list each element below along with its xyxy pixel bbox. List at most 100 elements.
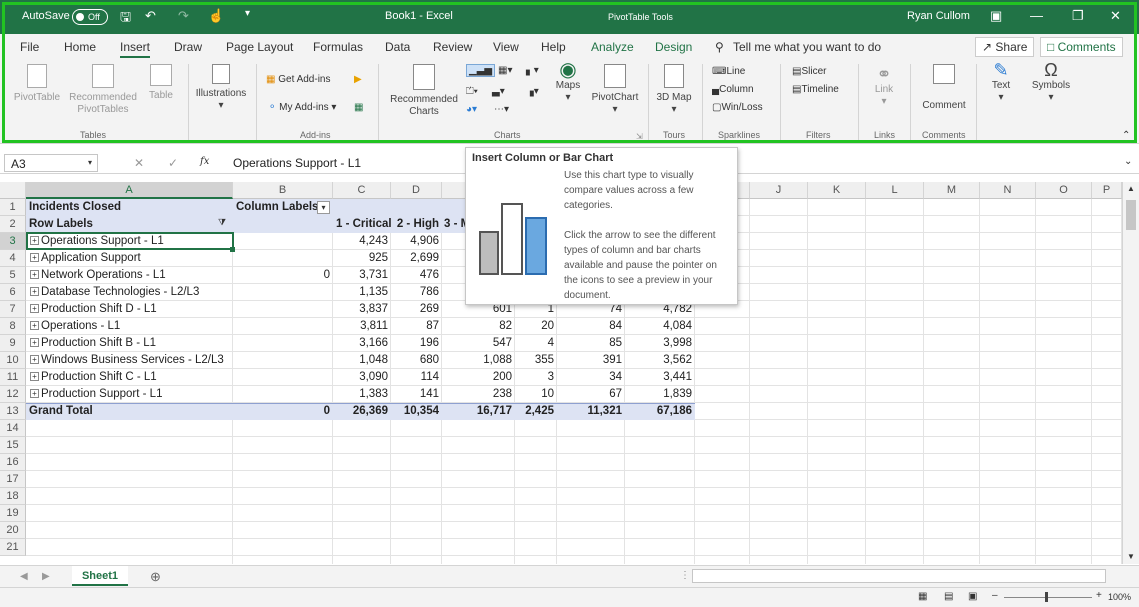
tab-data[interactable]: Data [385, 40, 410, 54]
row-header[interactable]: 18 [0, 488, 26, 505]
save-icon[interactable]: 🖫 [120, 8, 131, 30]
row-header[interactable]: 13 [0, 403, 26, 420]
symbols-button[interactable]: Ω Symbols ▾ [1028, 61, 1074, 104]
normal-view-icon[interactable]: ▦ [918, 591, 927, 602]
bing-icon[interactable]: ▶ [354, 74, 362, 85]
formula-input[interactable]: Operations Support - L1 [233, 156, 361, 170]
scroll-down-icon[interactable]: ▼ [1127, 552, 1135, 561]
get-addins-button[interactable]: ▦ Get Add-ins [266, 74, 331, 85]
vertical-scrollbar[interactable]: ▲ ▼ [1122, 182, 1139, 564]
row-header[interactable]: 8 [0, 318, 26, 335]
scroll-up-icon[interactable]: ▲ [1127, 184, 1135, 193]
column-bar-chart-icon[interactable]: ▁▃▅ [466, 64, 496, 77]
cancel-icon[interactable]: ✕ [134, 156, 144, 170]
scroll-thumb[interactable] [1126, 200, 1136, 230]
maps-button[interactable]: ◉ Maps ▾ [552, 60, 584, 104]
sheet-tab-sheet1[interactable]: Sheet1 [72, 566, 128, 586]
expand-formula-icon[interactable]: ⌄ [1124, 156, 1132, 167]
column-header[interactable]: O [1036, 182, 1092, 199]
column-header[interactable]: L [866, 182, 924, 199]
column-header[interactable]: K [808, 182, 866, 199]
row-header[interactable]: 6 [0, 284, 26, 301]
tab-review[interactable]: Review [433, 40, 472, 54]
zoom-slider[interactable] [1004, 597, 1092, 598]
tell-me-input[interactable]: Tell me what you want to do [733, 40, 881, 54]
tab-design[interactable]: Design [655, 40, 692, 54]
namebox-dropdown-icon[interactable]: ▾ [88, 158, 92, 167]
3d-map-button[interactable]: 3D Map ▾ [654, 64, 694, 116]
tab-insert[interactable]: Insert [120, 40, 151, 58]
tab-view[interactable]: View [493, 40, 519, 54]
text-button[interactable]: ✎ Text ▾ [984, 61, 1018, 104]
row-header[interactable]: 11 [0, 369, 26, 386]
row-header[interactable]: 14 [0, 420, 26, 437]
zoom-out-icon[interactable]: – [992, 590, 998, 601]
touch-mode-icon[interactable]: ☝ [208, 8, 224, 24]
minimize-icon[interactable]: — [1030, 8, 1043, 23]
row-header[interactable]: 17 [0, 471, 26, 488]
table-button[interactable]: Table [144, 64, 178, 102]
row-label[interactable]: Production Support - L1 [26, 386, 233, 403]
row-header[interactable]: 4 [0, 250, 26, 267]
insert-function-icon[interactable]: fx [200, 156, 209, 167]
scatter-chart-icon[interactable]: ⋯▾ [494, 104, 509, 115]
select-all-corner[interactable] [0, 182, 26, 199]
grand-total-label[interactable]: Grand Total [26, 403, 233, 420]
row-header[interactable]: 21 [0, 539, 26, 556]
row-header[interactable]: 2 [0, 216, 26, 233]
statistic-chart-icon[interactable]: ▃▾ [492, 86, 505, 97]
tab-split-icon[interactable]: ⋮ [680, 570, 690, 581]
page-break-view-icon[interactable]: ▣ [968, 591, 977, 602]
row-header[interactable]: 3 [0, 233, 26, 250]
tab-home[interactable]: Home [64, 40, 96, 54]
column-header-critical[interactable]: 1 - Critical [333, 216, 391, 233]
column-header[interactable]: N [980, 182, 1036, 199]
row-label[interactable]: Application Support [26, 250, 233, 267]
restore-icon[interactable]: ❐ [1072, 8, 1084, 24]
row-header[interactable]: 16 [0, 454, 26, 471]
row-header[interactable]: 20 [0, 522, 26, 539]
row-header[interactable]: 9 [0, 335, 26, 352]
tab-help[interactable]: Help [541, 40, 566, 54]
tab-page-layout[interactable]: Page Layout [226, 40, 293, 54]
share-button[interactable]: ↗ Share [975, 37, 1035, 57]
ribbon-display-icon[interactable]: ▣ [990, 8, 1002, 24]
link-button[interactable]: ⚭ Link ▾ [866, 65, 902, 108]
column-header[interactable]: M [924, 182, 980, 199]
redo-icon[interactable]: ↷ [178, 8, 189, 24]
sparkline-winloss-button[interactable]: ▢Win/Loss [712, 102, 763, 113]
close-icon[interactable]: ✕ [1110, 8, 1121, 24]
sparkline-line-button[interactable]: ⌨Line [712, 66, 745, 77]
tab-formulas[interactable]: Formulas [313, 40, 363, 54]
row-header[interactable]: 1 [0, 199, 26, 216]
row-header[interactable]: 19 [0, 505, 26, 522]
zoom-level[interactable]: 100% [1108, 592, 1131, 602]
column-header[interactable]: P [1092, 182, 1122, 199]
row-header[interactable]: 7 [0, 301, 26, 318]
row-header[interactable]: 15 [0, 437, 26, 454]
pivottable-button[interactable]: PivotTable [12, 64, 62, 104]
row-label[interactable]: Database Technologies - L2/L3 [26, 284, 233, 301]
recommended-pivottables-button[interactable]: Recommended PivotTables [66, 64, 140, 116]
undo-icon[interactable]: ↶ [145, 8, 156, 24]
enter-icon[interactable]: ✓ [168, 156, 178, 170]
row-header[interactable]: 12 [0, 386, 26, 403]
row-label[interactable]: Operations - L1 [26, 318, 233, 335]
comments-button[interactable]: □ Comments [1040, 37, 1123, 57]
column-header[interactable]: A [26, 182, 233, 199]
column-filter-dropdown-icon[interactable]: ▾ [317, 201, 330, 214]
row-label[interactable]: Network Operations - L1 [26, 267, 233, 284]
column-header[interactable]: D [391, 182, 442, 199]
column-header-high[interactable]: 2 - High [391, 216, 442, 233]
pivotchart-button[interactable]: PivotChart ▾ [588, 64, 642, 116]
fill-handle[interactable] [230, 247, 235, 252]
autosave-toggle[interactable]: Off [72, 9, 108, 25]
tab-analyze[interactable]: Analyze [591, 40, 634, 54]
add-sheet-icon[interactable]: ⊕ [150, 569, 161, 585]
tab-file[interactable]: File [20, 40, 39, 54]
pivot-title[interactable]: Incidents Closed [26, 199, 233, 216]
comment-button[interactable]: Comment [918, 64, 970, 112]
row-header[interactable]: 10 [0, 352, 26, 369]
row-labels-header[interactable]: Row Labels [26, 216, 233, 233]
zoom-in-icon[interactable]: + [1096, 590, 1102, 601]
